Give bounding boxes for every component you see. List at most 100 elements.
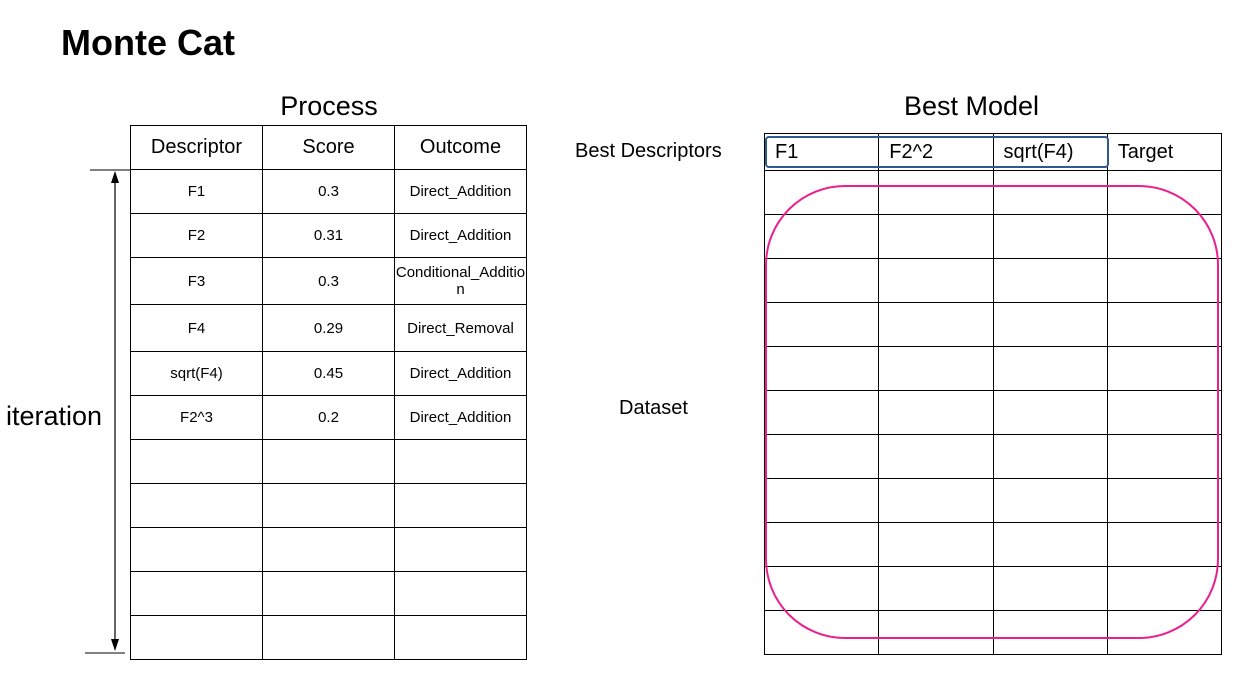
dataset-cell (763, 434, 880, 479)
dataset-cell (763, 390, 880, 435)
outcome-cell (394, 439, 527, 484)
process-header-row: Descriptor Score Outcome (130, 125, 527, 170)
dataset-row (763, 522, 1223, 567)
process-table: Descriptor Score Outcome F1 0.3 Direct_A… (130, 125, 527, 660)
process-title: Process (280, 91, 378, 121)
dataset-cell (878, 346, 994, 391)
score-cell (262, 527, 395, 572)
dataset-cell (1106, 478, 1223, 523)
dataset-cell (878, 478, 994, 523)
table-row (130, 527, 527, 572)
dataset-cell (1106, 390, 1223, 435)
dataset-cell (1106, 346, 1223, 391)
table-row (130, 615, 527, 660)
dataset-cell (992, 478, 1108, 523)
dataset-row (763, 214, 1223, 259)
dataset-cell (992, 258, 1108, 303)
descriptor-cell (130, 483, 263, 528)
dataset-row (763, 258, 1223, 303)
dataset-cell (992, 434, 1108, 479)
dataset-row (763, 170, 1223, 215)
table-row (130, 483, 527, 528)
dataset-row (763, 346, 1223, 391)
iteration-label: iteration (6, 401, 103, 431)
descriptor-cell: F1 (130, 169, 263, 214)
outcome-header: Outcome (394, 125, 527, 170)
dataset-cell (1106, 258, 1223, 303)
descriptor-column-header: sqrt(F4) (992, 133, 1108, 171)
score-cell: 0.2 (262, 395, 395, 440)
descriptor-cell (130, 571, 263, 616)
dataset-cell (878, 302, 994, 347)
dataset-cell (992, 346, 1108, 391)
descriptor-column-header: F1 (763, 133, 880, 171)
page-title: Monte Cat (61, 22, 235, 63)
table-row: F4 0.29 Direct_Removal (130, 304, 527, 352)
dataset-cell (992, 390, 1108, 435)
dataset-cell (878, 434, 994, 479)
table-row: F2 0.31 Direct_Addition (130, 213, 527, 258)
table-row: F2^3 0.2 Direct_Addition (130, 395, 527, 440)
best-descriptors-label: Best Descriptors (575, 140, 722, 162)
score-cell (262, 615, 395, 660)
outcome-cell: Direct_Addition (394, 351, 527, 396)
dataset-cell (763, 478, 880, 523)
dataset-cell (878, 390, 994, 435)
best-model-header-row: F1 F2^2 sqrt(F4) Target (763, 133, 1223, 171)
outcome-cell: Direct_Addition (394, 395, 527, 440)
dataset-cell (878, 258, 994, 303)
dataset-cell (763, 258, 880, 303)
dataset-cell (1106, 214, 1223, 259)
dataset-cell (1106, 434, 1223, 479)
dataset-row (763, 434, 1223, 479)
score-cell (262, 439, 395, 484)
dataset-cell (763, 610, 880, 655)
dataset-cell (992, 214, 1108, 259)
outcome-cell: Conditional_Addition (394, 257, 527, 305)
descriptor-cell: F2^3 (130, 395, 263, 440)
score-cell: 0.45 (262, 351, 395, 396)
outcome-cell (394, 527, 527, 572)
dataset-cell (992, 522, 1108, 567)
dataset-cell (878, 170, 994, 215)
score-header: Score (262, 125, 395, 170)
outcome-cell (394, 571, 527, 616)
descriptor-cell (130, 615, 263, 660)
outcome-cell: Direct_Addition (394, 213, 527, 258)
descriptor-cell (130, 439, 263, 484)
best-model-title: Best Model (903, 91, 1040, 121)
score-cell: 0.29 (262, 304, 395, 352)
dataset-cell (1106, 170, 1223, 215)
descriptor-header: Descriptor (130, 125, 263, 170)
dataset-row (763, 610, 1223, 655)
dataset-cell (992, 170, 1108, 215)
outcome-cell (394, 483, 527, 528)
dataset-row (763, 302, 1223, 347)
descriptor-cell: F2 (130, 213, 263, 258)
dataset-cell (763, 302, 880, 347)
dataset-cell (1106, 610, 1223, 655)
dataset-cell (763, 346, 880, 391)
table-row: F1 0.3 Direct_Addition (130, 169, 527, 214)
dataset-row (763, 478, 1223, 523)
descriptor-cell: sqrt(F4) (130, 351, 263, 396)
dataset-cell (878, 522, 994, 567)
table-row (130, 439, 527, 484)
target-column-header: Target (1106, 133, 1223, 171)
dataset-cell (1106, 302, 1223, 347)
score-cell (262, 483, 395, 528)
descriptor-cell: F4 (130, 304, 263, 352)
table-row (130, 571, 527, 616)
dataset-cell (1106, 522, 1223, 567)
dataset-cell (992, 302, 1108, 347)
dataset-cell (878, 214, 994, 259)
dataset-row (763, 566, 1223, 611)
table-row: F3 0.3 Conditional_Addition (130, 257, 527, 305)
dataset-cell (763, 566, 880, 611)
score-cell (262, 571, 395, 616)
dataset-cell (992, 566, 1108, 611)
best-model-table: F1 F2^2 sqrt(F4) Target (763, 133, 1223, 655)
dataset-cell (1106, 566, 1223, 611)
score-cell: 0.31 (262, 213, 395, 258)
outcome-cell: Direct_Addition (394, 169, 527, 214)
